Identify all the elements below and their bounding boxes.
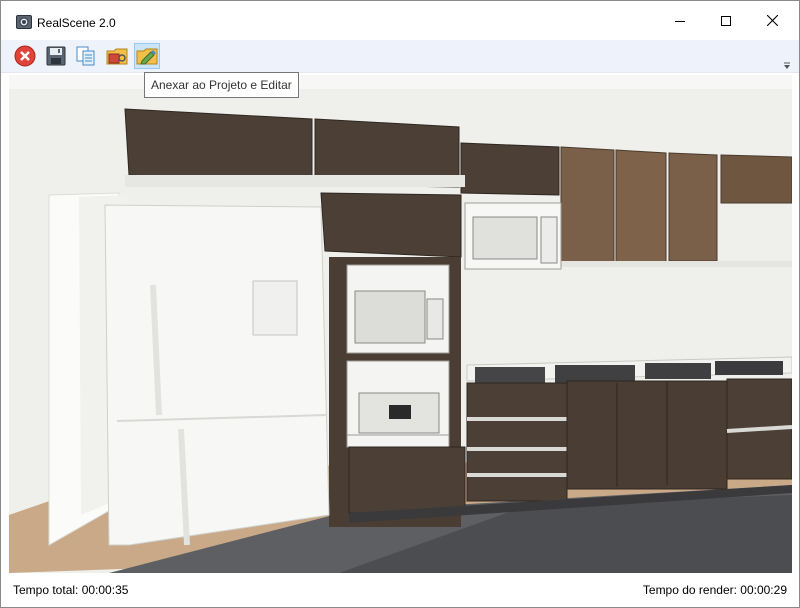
- status-bar: Tempo total: 00:00:35 Tempo do render: 0…: [1, 576, 799, 607]
- close-window-button[interactable]: [749, 1, 795, 40]
- minimize-icon: [675, 20, 685, 22]
- app-window: RealScene 2.0 Anexar ao Projeto e Editar…: [0, 0, 800, 608]
- save-button[interactable]: [43, 43, 69, 69]
- attach-edit-folder-icon: [136, 48, 158, 65]
- render-viewport[interactable]: [9, 75, 792, 573]
- close-circle-icon: [14, 45, 36, 67]
- tooltip: Anexar ao Projeto e Editar: [144, 72, 299, 98]
- title-bar[interactable]: RealScene 2.0: [1, 1, 799, 40]
- toolbar-overflow-icon[interactable]: [783, 62, 791, 70]
- attach-project-button[interactable]: [104, 43, 130, 69]
- copy-button[interactable]: [73, 43, 99, 69]
- attach-folder-icon: [106, 48, 128, 65]
- rendered-kitchen-image: [9, 75, 792, 573]
- total-time-label: Tempo total: 00:00:35: [13, 583, 129, 597]
- maximize-button[interactable]: [703, 1, 749, 40]
- close-icon: [766, 15, 778, 26]
- minimize-button[interactable]: [657, 1, 703, 40]
- close-scene-button[interactable]: [12, 43, 38, 69]
- maximize-icon: [721, 15, 731, 26]
- window-title: RealScene 2.0: [37, 16, 116, 30]
- attach-and-edit-button[interactable]: [134, 43, 160, 69]
- toolbar: [1, 40, 799, 73]
- save-icon: [46, 46, 66, 66]
- copy-icon: [76, 46, 95, 66]
- camera-app-icon: [16, 15, 32, 29]
- render-time-label: Tempo do render: 00:00:29: [642, 583, 787, 597]
